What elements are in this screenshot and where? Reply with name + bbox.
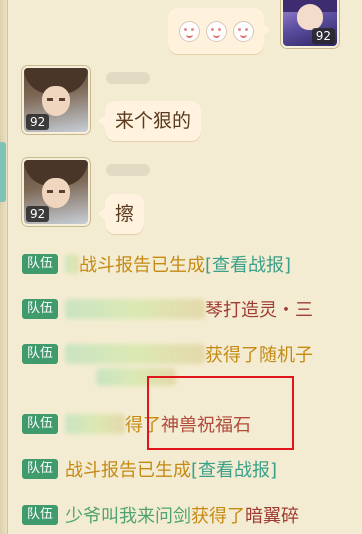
team-system-line: 队伍 战斗报告已生成 [查看战报] — [22, 252, 362, 276]
sender-level-badge: 92 — [26, 206, 50, 222]
battle-report-text: 战斗报告已生成 — [65, 460, 192, 481]
smile-face-icon — [178, 20, 200, 42]
team-system-line: 队伍 琴打造灵・三 — [22, 297, 362, 321]
view-battle-report-link[interactable]: [查看战报] — [191, 456, 277, 482]
sender-name-blurred — [106, 72, 150, 84]
own-level-badge: 92 — [311, 28, 335, 44]
left-scroll-rail[interactable] — [0, 0, 8, 534]
team-system-line: 队伍 获得了随机子 — [22, 342, 362, 366]
smile-face-icon — [205, 20, 227, 42]
team-tag: 队伍 — [22, 414, 59, 434]
scroll-thumb[interactable] — [0, 142, 6, 202]
smile-face-icon — [232, 20, 254, 42]
item-name-text[interactable]: 暗翼碎 — [245, 502, 299, 528]
team-system-line: 队伍 战斗报告已生成 [查看战报] — [22, 457, 362, 481]
team-tag: 队伍 — [22, 254, 59, 274]
redacted-text — [65, 414, 126, 434]
team-tag: 队伍 — [22, 344, 59, 364]
message-bubble: 来个狠的 — [97, 101, 202, 141]
redacted-text — [65, 299, 206, 319]
sender-name-blurred — [106, 164, 150, 176]
battle-report-text: 战斗报告已生成 — [79, 255, 206, 276]
item-name-text[interactable]: 琴打造灵・三 — [205, 296, 313, 322]
obtained-text: 获得了 — [191, 506, 246, 527]
own-avatar[interactable]: 92 — [281, 0, 339, 48]
redacted-text — [65, 344, 206, 364]
own-message-bubble — [168, 8, 271, 54]
team-tag: 队伍 — [22, 505, 59, 525]
team-tag: 队伍 — [22, 299, 59, 319]
sender-avatar[interactable]: 92 — [22, 66, 90, 134]
message-bubble: 擦 — [97, 194, 145, 234]
obtained-text: 获得了随机子 — [205, 345, 314, 366]
team-tag: 队伍 — [22, 459, 59, 479]
team-system-line: 队伍 少爷叫我来问剑 获得了 暗翼碎 — [22, 503, 362, 527]
redacted-text — [65, 254, 80, 274]
sender-avatar[interactable]: 92 — [22, 158, 90, 226]
view-battle-report-link[interactable]: [查看战报] — [205, 251, 291, 277]
sender-level-badge: 92 — [26, 114, 50, 130]
highlight-box — [147, 376, 294, 450]
player-name-link[interactable]: 少爷叫我来问剑 — [65, 502, 191, 528]
